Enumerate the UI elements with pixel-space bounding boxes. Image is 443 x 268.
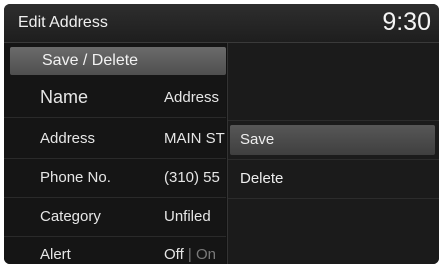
field-value-alert: Off | On — [164, 246, 216, 263]
field-row-category[interactable]: Category Unfiled — [4, 198, 226, 237]
alert-off-option[interactable]: Off — [164, 246, 184, 263]
alert-on-option[interactable]: On — [196, 246, 216, 263]
alert-separator: | — [187, 246, 192, 263]
save-delete-popup: Save Delete — [227, 43, 439, 264]
field-row-alert[interactable]: Alert Off | On — [4, 236, 226, 264]
title-bar: Edit Address 9:30 — [4, 4, 439, 43]
nav-screen: Edit Address 9:30 Name Address Address M… — [4, 4, 439, 264]
save-button[interactable]: Save — [230, 125, 435, 155]
delete-button[interactable]: Delete — [230, 164, 435, 194]
field-label-phone: Phone No. — [40, 169, 111, 186]
save-delete-label: Save / Delete — [42, 52, 139, 69]
field-row-address[interactable]: Address MAIN ST — [4, 120, 226, 159]
page-title: Edit Address — [18, 14, 108, 31]
delete-label: Delete — [240, 170, 284, 187]
field-value-name: Address — [164, 89, 220, 106]
field-row-name[interactable]: Name Address — [4, 79, 226, 118]
field-label-name: Name — [40, 87, 89, 107]
field-value-phone: (310) 55 — [164, 169, 220, 186]
field-label-address: Address — [40, 130, 96, 147]
save-delete-button[interactable]: Save / Delete — [10, 47, 226, 75]
field-list: Name Address Address MAIN ST Phone No. (… — [4, 43, 226, 264]
field-value-address: MAIN ST — [164, 130, 225, 147]
field-label-category: Category — [40, 208, 101, 225]
field-label-alert: Alert — [40, 246, 71, 263]
popup-divider — [228, 198, 439, 199]
clock: 9:30 — [382, 8, 431, 36]
field-row-phone[interactable]: Phone No. (310) 55 — [4, 159, 226, 198]
popup-divider — [228, 159, 439, 160]
popup-divider — [228, 120, 439, 121]
save-label: Save — [240, 131, 275, 148]
field-value-category: Unfiled — [164, 208, 211, 225]
